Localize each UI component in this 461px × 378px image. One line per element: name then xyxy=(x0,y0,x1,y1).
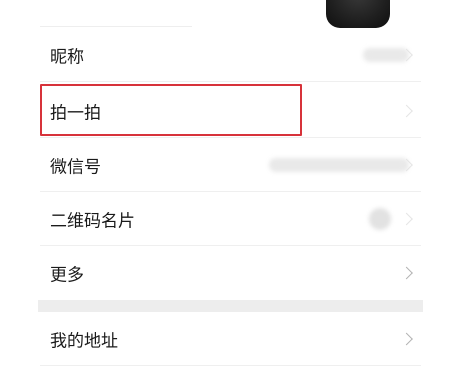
chevron-right-icon xyxy=(400,332,413,346)
highlight-annotation-box xyxy=(40,84,302,136)
chevron-right-icon xyxy=(400,104,413,118)
nickname-row[interactable]: 昵称 xyxy=(0,28,461,82)
wechat-id-row[interactable]: 微信号 xyxy=(0,138,461,192)
row-divider xyxy=(40,365,421,366)
wechat-id-value-blurred xyxy=(269,158,409,172)
my-address-row[interactable]: 我的地址 xyxy=(0,312,461,366)
avatar[interactable] xyxy=(326,0,390,28)
chevron-right-icon xyxy=(400,212,413,226)
top-avatar-row[interactable] xyxy=(0,0,461,28)
section-separator xyxy=(38,300,423,312)
qr-code-icon xyxy=(369,208,391,230)
qr-card-row[interactable]: 二维码名片 xyxy=(0,192,461,246)
my-address-label: 我的地址 xyxy=(50,331,118,352)
row-divider xyxy=(40,81,421,82)
more-label: 更多 xyxy=(50,265,84,286)
wechat-id-label: 微信号 xyxy=(50,157,101,178)
chevron-right-icon xyxy=(400,266,413,280)
nickname-label: 昵称 xyxy=(50,47,84,68)
profile-settings-screen: 昵称 拍一拍 微信号 二维码名片 更多 我的地址 xyxy=(0,0,461,378)
more-row[interactable]: 更多 xyxy=(0,246,461,300)
qr-card-label: 二维码名片 xyxy=(50,211,135,232)
row-divider xyxy=(40,26,192,27)
